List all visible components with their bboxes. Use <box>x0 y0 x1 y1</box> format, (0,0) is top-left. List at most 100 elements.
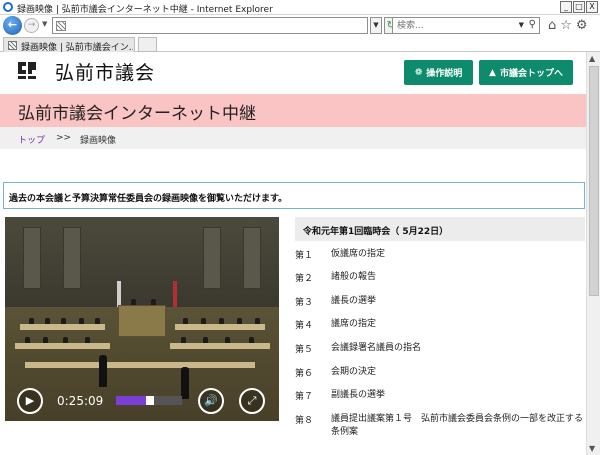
video-frame-person <box>183 318 188 324</box>
window-title: 録画映像 | 弘前市議会インターネット中継 - Internet Explore… <box>17 5 273 15</box>
gear-icon: ❁ <box>414 67 423 78</box>
scrollbar-thumb[interactable] <box>589 66 599 296</box>
internet-explorer-icon <box>3 2 13 12</box>
window-titlebar: 録画映像 | 弘前市議会インターネット中継 - Internet Explore… <box>0 0 600 15</box>
agenda-item[interactable]: 第３ 議長の選挙 <box>295 295 585 308</box>
agenda-item-number: 第２ <box>295 274 314 284</box>
agenda-item-number: 第７ <box>295 392 314 402</box>
agenda-item[interactable]: 第６ 会期の決定 <box>295 366 585 379</box>
council-building-icon: ▲ <box>489 67 496 78</box>
search-box[interactable]: ▼ ⚲ <box>392 17 540 34</box>
volume-slider[interactable] <box>116 396 182 405</box>
fullscreen-icon[interactable]: ⤢ <box>239 388 265 414</box>
volume-slider-knob[interactable] <box>146 396 154 405</box>
page-heading: 弘前市議会インターネット中継 <box>18 104 256 124</box>
video-frame-person <box>29 318 34 324</box>
agenda-item[interactable]: 第８ 議員提出議案第１号 弘前市議会委員会条例の一部を改正する条例案 <box>295 413 585 439</box>
scroll-up-icon[interactable]: ▲ <box>589 54 595 63</box>
site-header: 弘前市議会 ❁ 操作説明 ▲ 市議会トップへ <box>0 52 586 94</box>
breadcrumb-home-link[interactable]: トップ <box>18 133 45 146</box>
video-frame-person <box>79 318 84 324</box>
agenda-item-number: 第５ <box>295 345 314 355</box>
breadcrumb-current: 録画映像 <box>80 136 117 146</box>
search-input[interactable] <box>393 18 513 33</box>
agenda-item[interactable]: 第５ 会議録署名議員の指名 <box>295 342 585 355</box>
back-button[interactable]: ← <box>3 16 22 35</box>
session-title: 令和元年第1回臨時会（ 5月22日） <box>303 227 449 237</box>
video-frame-person <box>219 318 224 324</box>
window-controls: _ □ X <box>560 1 598 13</box>
video-frame-person <box>45 318 50 324</box>
video-player[interactable]: ▶ 0:25:09 🔊 ⤢ <box>5 217 279 421</box>
search-provider-dropdown-icon[interactable]: ▼ <box>519 21 524 29</box>
agenda-item-text: 仮議席の指定 <box>331 249 386 259</box>
council-top-button-label: 市議会トップへ <box>499 69 563 79</box>
page-banner: 弘前市議会インターネット中継 <box>0 94 586 127</box>
video-frame-panel <box>63 227 81 289</box>
vertical-scrollbar[interactable]: ▲ ▼ <box>586 52 600 455</box>
tab-recorded-video[interactable]: 録画映像 | 弘前市議会イン... <box>3 37 135 53</box>
agenda-item-text: 諸般の報告 <box>331 272 377 282</box>
video-frame-person <box>203 337 208 343</box>
video-frame-desk <box>170 343 270 349</box>
video-frame-person <box>95 318 100 324</box>
agenda-item-text: 議長の選挙 <box>331 296 377 306</box>
video-frame-standing-person <box>99 355 107 387</box>
video-frame-podium <box>118 305 166 337</box>
video-frame-person <box>61 318 66 324</box>
address-bar[interactable] <box>52 17 368 34</box>
agenda-item[interactable]: 第４ 議席の指定 <box>295 318 585 331</box>
agenda-item[interactable]: 第１ 仮議席の指定 <box>295 248 585 261</box>
volume-slider-fill <box>116 396 146 405</box>
agenda-item-number: 第４ <box>295 321 314 331</box>
video-frame-panel <box>243 227 261 289</box>
agenda-item-text: 議員提出議案第１号 弘前市議会委員会条例の一部を改正する条例案 <box>331 414 584 437</box>
new-tab-button[interactable] <box>138 37 157 52</box>
agenda-item-text: 副議長の選挙 <box>331 390 386 400</box>
navigation-bar: ← → ▼ ▼ ↻ ▼ ⚲ ⌂ ☆ ⚙ <box>0 15 600 36</box>
agenda-item[interactable]: 第７ 副議長の選挙 <box>295 389 585 402</box>
minimize-button[interactable]: _ <box>560 1 572 13</box>
history-dropdown-icon[interactable]: ▼ <box>42 20 47 28</box>
agenda-item-number: 第８ <box>295 416 314 426</box>
notice-text: 過去の本会議と予算決算常任委員会の録画映像を御覧いただけます。 <box>9 194 288 204</box>
video-frame-person <box>225 337 230 343</box>
hirosaki-city-emblem-icon <box>16 59 38 81</box>
notice-box: 過去の本会議と予算決算常任委員会の録画映像を御覧いただけます。 <box>3 182 585 209</box>
video-frame-person <box>25 337 30 343</box>
forward-button[interactable]: → <box>24 18 39 33</box>
volume-icon[interactable]: 🔊 <box>198 388 224 414</box>
video-frame-panel <box>23 227 41 289</box>
agenda-item[interactable]: 第２ 諸般の報告 <box>295 271 585 284</box>
play-icon[interactable]: ▶ <box>17 388 43 414</box>
video-frame-person <box>85 337 90 343</box>
agenda-item-number: 第１ <box>295 251 314 261</box>
video-frame-person <box>43 337 48 343</box>
search-icon[interactable]: ⚲ <box>529 19 536 30</box>
agenda-item-number: 第３ <box>295 298 314 308</box>
video-frame-panel <box>203 227 221 289</box>
agenda-item-number: 第６ <box>295 369 314 379</box>
breadcrumb-separator: >> <box>56 133 72 143</box>
maximize-button[interactable]: □ <box>573 1 585 13</box>
site-title: 弘前市議会 <box>55 62 156 84</box>
home-icon[interactable]: ⌂ <box>548 18 556 33</box>
playback-time: 0:25:09 <box>57 394 104 408</box>
video-frame-person <box>237 318 242 324</box>
address-dropdown-button[interactable]: ▼ <box>370 17 382 34</box>
tab-bar: 録画映像 | 弘前市議会イン... <box>0 36 600 53</box>
video-frame-desk <box>15 343 110 349</box>
video-frame-person <box>255 318 260 324</box>
toolbar-icons: ⌂ ☆ ⚙ <box>548 18 588 33</box>
scroll-down-icon[interactable]: ▼ <box>589 444 595 453</box>
close-button[interactable]: X <box>586 1 598 13</box>
site-favicon-icon <box>56 21 66 31</box>
video-frame-person <box>151 299 156 305</box>
video-frame-person <box>131 299 136 305</box>
video-frame-desk <box>25 362 255 368</box>
settings-gear-icon[interactable]: ⚙ <box>576 18 588 33</box>
video-frame-person <box>249 337 254 343</box>
help-button[interactable]: ❁ 操作説明 <box>404 60 473 85</box>
favorites-star-icon[interactable]: ☆ <box>560 18 572 33</box>
council-top-button[interactable]: ▲ 市議会トップへ <box>479 60 573 85</box>
